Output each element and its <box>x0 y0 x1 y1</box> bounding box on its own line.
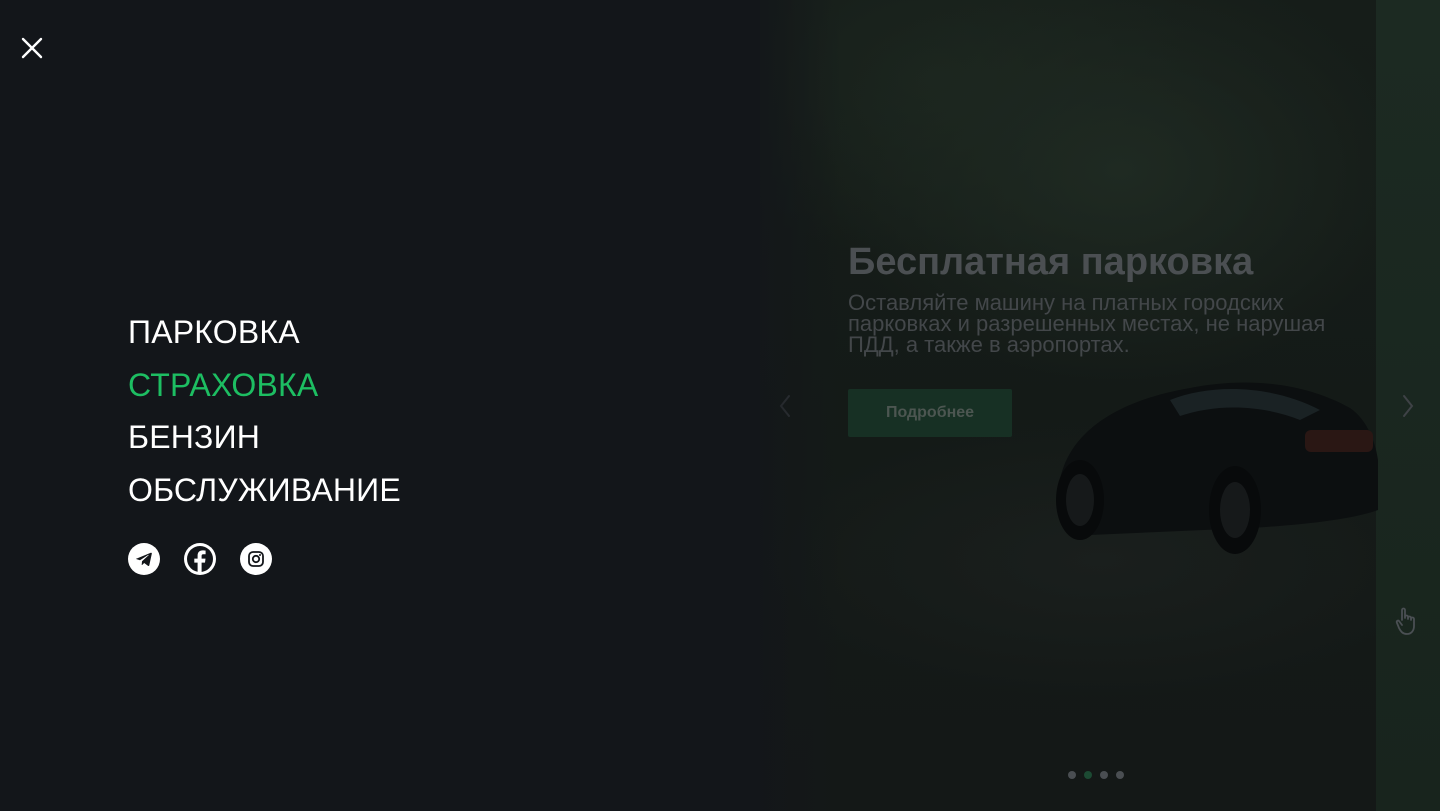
car-image <box>1056 382 1378 554</box>
nav-item-service[interactable]: ОБСЛУЖИВАНИЕ <box>128 464 401 517</box>
hero-title: Бесплатная парковка <box>848 241 1254 283</box>
slider-dot[interactable] <box>1068 771 1076 779</box>
slider-dots <box>1068 771 1124 779</box>
slider-dot-active[interactable] <box>1084 771 1092 779</box>
nav-item-insurance[interactable]: СТРАХОВКА <box>128 359 401 412</box>
pointer-hand-icon <box>1395 607 1415 635</box>
nav-item-parking[interactable]: ПАРКОВКА <box>128 306 401 359</box>
telegram-icon[interactable] <box>128 543 160 575</box>
slider-dot[interactable] <box>1100 771 1108 779</box>
social-links <box>128 543 272 575</box>
side-menu: ПАРКОВКА СТРАХОВКА БЕНЗИН ОБСЛУЖИВАНИЕ <box>0 0 760 811</box>
next-slide-arrow-icon[interactable] <box>1399 393 1417 419</box>
more-button[interactable]: Подробнее <box>848 389 1012 437</box>
menu-edge-fade <box>740 0 840 811</box>
close-icon[interactable] <box>18 34 46 62</box>
main-nav: ПАРКОВКА СТРАХОВКА БЕНЗИН ОБСЛУЖИВАНИЕ <box>128 306 401 516</box>
hero-description: Оставляйте машину на платных городских п… <box>848 290 1326 357</box>
page: Бесплатная парковка Оставляйте машину на… <box>0 0 1440 811</box>
slider-dot[interactable] <box>1116 771 1124 779</box>
instagram-icon[interactable] <box>240 543 272 575</box>
nav-item-fuel[interactable]: БЕНЗИН <box>128 411 401 464</box>
facebook-icon[interactable] <box>184 543 216 575</box>
hero-text: Бесплатная парковка Оставляйте машину на… <box>848 240 1348 357</box>
